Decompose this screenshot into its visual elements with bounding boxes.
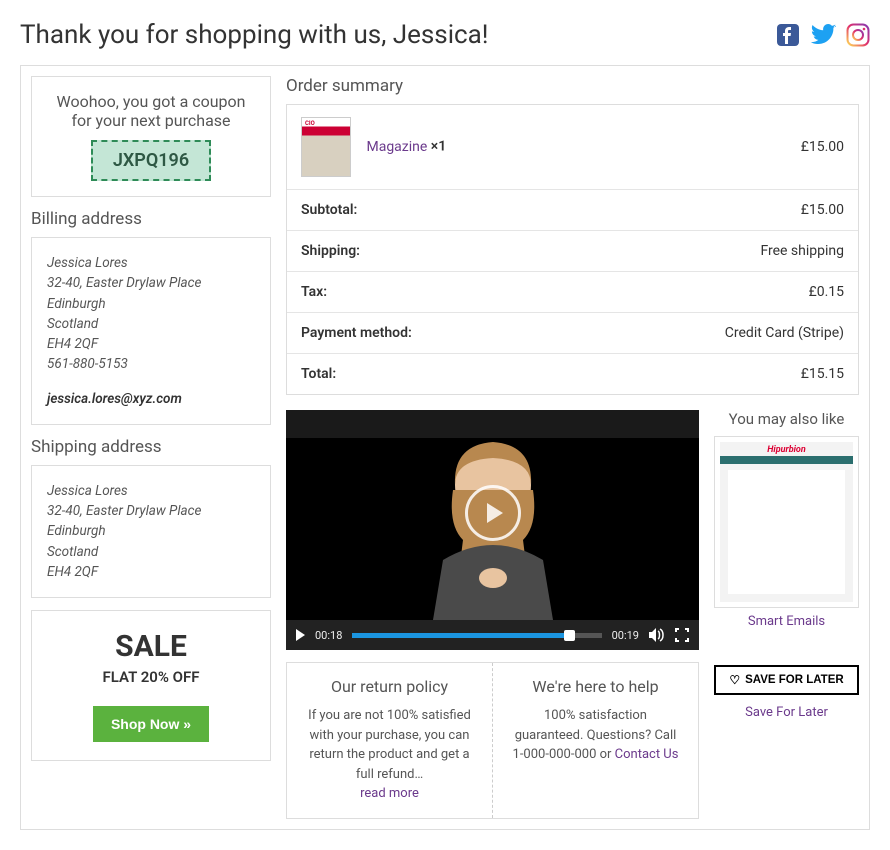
shipping-postcode: EH4 2QF — [47, 562, 255, 582]
payment-label: Payment method: — [287, 313, 596, 354]
billing-postcode: EH4 2QF — [47, 334, 255, 354]
billing-email: jessica.lores@xyz.com — [47, 389, 255, 409]
coupon-code[interactable]: JXPQ196 — [91, 140, 211, 181]
save-button-text: SAVE FOR LATER — [745, 674, 844, 686]
facebook-icon[interactable] — [776, 23, 800, 47]
sale-title: SALE — [47, 629, 255, 664]
save-for-later-button[interactable]: ♡ SAVE FOR LATER — [714, 665, 859, 695]
order-summary-panel: Magazine ×1 £15.00 Subtotal:£15.00 Shipp… — [286, 104, 859, 395]
tax-label: Tax: — [287, 272, 596, 313]
instagram-icon[interactable] — [846, 23, 870, 47]
tax-value: £0.15 — [596, 272, 858, 313]
video-duration: 00:19 — [612, 629, 639, 642]
subtotal-label: Subtotal: — [287, 190, 596, 231]
video-current-time: 00:18 — [315, 629, 342, 642]
shop-now-button[interactable]: Shop Now » — [93, 706, 209, 742]
shipping-heading: Shipping address — [31, 437, 271, 457]
sale-subtitle: FLAT 20% OFF — [47, 668, 255, 686]
video-progress-bar[interactable] — [352, 633, 601, 638]
subtotal-value: £15.00 — [596, 190, 858, 231]
billing-phone: 561-880-5153 — [47, 354, 255, 374]
billing-heading: Billing address — [31, 209, 271, 229]
billing-address: Jessica Lores 32-40, Easter Drylaw Place… — [31, 237, 271, 425]
recommendation-image: Hipurbion — [720, 442, 853, 602]
return-policy-title: Our return policy — [305, 677, 474, 696]
item-name[interactable]: Magazine — [366, 139, 427, 155]
aside-heading: You may also like — [714, 410, 859, 428]
recommendations-aside: You may also like Hipurbion Smart Emails… — [714, 410, 859, 819]
payment-value: Credit Card (Stripe) — [596, 313, 858, 354]
heart-icon: ♡ — [729, 673, 740, 687]
total-label: Total: — [287, 354, 596, 395]
order-heading: Order summary — [286, 76, 859, 96]
read-more-link[interactable]: read more — [305, 784, 474, 804]
shipping-line1: 32-40, Easter Drylaw Place — [47, 501, 255, 521]
info-columns: Our return policy If you are not 100% sa… — [286, 662, 699, 819]
coupon-panel: Woohoo, you got a coupon for your next p… — [31, 76, 271, 197]
shipping-city: Edinburgh — [47, 521, 255, 541]
fullscreen-icon[interactable] — [675, 628, 689, 642]
shipping-region: Scotland — [47, 542, 255, 562]
order-item-row: Magazine ×1 £15.00 — [287, 105, 858, 190]
billing-region: Scotland — [47, 314, 255, 334]
shipping-value: Free shipping — [596, 231, 858, 272]
item-thumbnail — [301, 117, 351, 177]
sale-panel: SALE FLAT 20% OFF Shop Now » — [31, 610, 271, 761]
billing-name: Jessica Lores — [47, 253, 255, 273]
billing-city: Edinburgh — [47, 294, 255, 314]
item-qty: ×1 — [431, 139, 446, 155]
save-for-later-label[interactable]: Save For Later — [714, 705, 859, 720]
video-player[interactable]: 00:18 00:19 — [286, 410, 699, 650]
play-button-icon[interactable] — [296, 629, 305, 641]
contact-us-link[interactable]: Contact Us — [615, 747, 679, 762]
total-value: £15.15 — [596, 354, 858, 395]
shipping-address: Jessica Lores 32-40, Easter Drylaw Place… — [31, 465, 271, 598]
item-price: £15.00 — [596, 105, 858, 190]
return-policy-text: If you are not 100% satisfied with your … — [305, 706, 474, 784]
play-overlay-icon[interactable] — [465, 485, 521, 541]
main-container: Woohoo, you got a coupon for your next p… — [20, 65, 870, 830]
shipping-name: Jessica Lores — [47, 481, 255, 501]
social-links — [776, 23, 870, 47]
coupon-message: Woohoo, you got a coupon for your next p… — [47, 92, 255, 130]
recommendation-label[interactable]: Smart Emails — [714, 614, 859, 629]
billing-line1: 32-40, Easter Drylaw Place — [47, 273, 255, 293]
help-title: We're here to help — [511, 677, 680, 696]
page-title: Thank you for shopping with us, Jessica! — [20, 20, 489, 50]
video-controls: 00:18 00:19 — [286, 620, 699, 650]
twitter-icon[interactable] — [810, 24, 836, 46]
recommendation-card[interactable]: Hipurbion — [714, 436, 859, 608]
shipping-label: Shipping: — [287, 231, 596, 272]
volume-icon[interactable] — [649, 628, 665, 642]
